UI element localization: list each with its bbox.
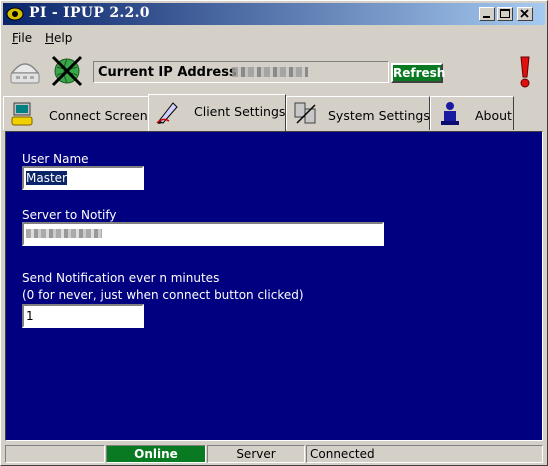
client-settings-panel: User Name Master Server to Notify Send N… xyxy=(5,131,543,441)
computer-phone-icon xyxy=(11,102,33,126)
tab-client-settings[interactable]: Client Settings xyxy=(148,94,286,131)
maximize-button[interactable] xyxy=(497,7,513,21)
alert-exclamation-icon xyxy=(520,56,530,88)
status-bar: Online Server Connected xyxy=(3,444,545,464)
pen-icon xyxy=(156,102,178,124)
server-value-redacted xyxy=(26,229,102,238)
menu-help[interactable]: Help xyxy=(45,31,72,45)
maximize-icon xyxy=(500,9,510,18)
tab-strip: Connect Screen Client Settings System Se… xyxy=(3,94,545,131)
server-to-notify-input[interactable] xyxy=(22,222,384,246)
notify-interval-input[interactable]: 1 xyxy=(22,304,144,328)
tab-connect-screen[interactable]: Connect Screen xyxy=(3,96,149,130)
status-online: Online xyxy=(106,445,206,463)
tab-about[interactable]: About xyxy=(430,96,514,130)
server-to-notify-label: Server to Notify xyxy=(22,208,117,222)
title-bar[interactable]: PI - IPUP 2.2.0 xyxy=(3,3,545,25)
app-logo-icon xyxy=(6,7,24,21)
status-panel-empty xyxy=(5,445,105,463)
connect-dialer-icon[interactable] xyxy=(7,53,43,89)
minimize-icon xyxy=(483,16,490,18)
menu-file[interactable]: File xyxy=(12,31,32,45)
user-name-input[interactable]: Master xyxy=(22,166,144,190)
minimize-button[interactable] xyxy=(479,7,495,21)
menu-bar: File Help xyxy=(3,27,545,49)
status-connected: Connected xyxy=(306,445,543,463)
window-title: PI - IPUP 2.2.0 xyxy=(29,5,150,21)
user-name-label: User Name xyxy=(22,152,89,166)
refresh-button[interactable]: Refresh xyxy=(391,63,445,83)
servers-icon xyxy=(294,102,316,124)
close-button[interactable] xyxy=(517,7,533,21)
current-ip-label: Current IP Address xyxy=(98,65,237,80)
app-window: PI - IPUP 2.2.0 File Help Current IP Add… xyxy=(0,0,548,466)
current-ip-field: Current IP Address xyxy=(93,61,389,83)
status-server: Server xyxy=(207,445,305,463)
notify-interval-label: Send Notification ever n minutes xyxy=(22,271,220,285)
disconnected-globe-icon[interactable] xyxy=(49,53,85,89)
close-icon xyxy=(520,9,529,18)
notify-interval-hint: (0 for never, just when connect button c… xyxy=(22,288,304,302)
person-icon xyxy=(441,102,459,125)
tab-system-settings[interactable]: System Settings xyxy=(286,96,430,130)
current-ip-value-redacted xyxy=(232,67,308,77)
